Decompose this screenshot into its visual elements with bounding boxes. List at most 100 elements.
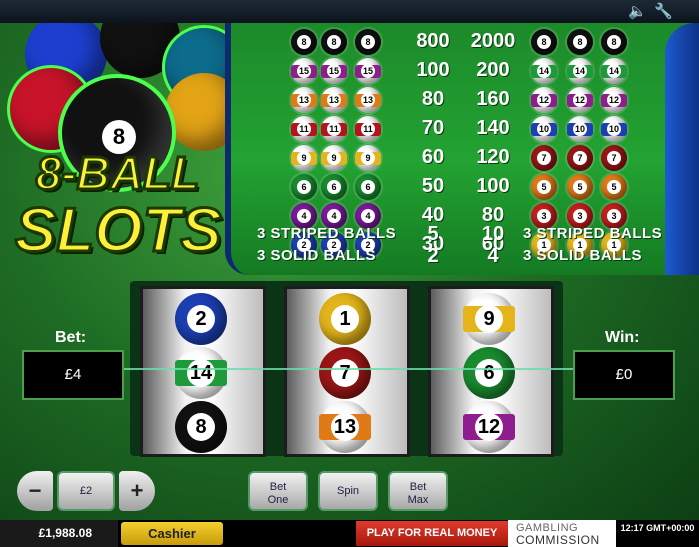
billiard-ball-9: 9 bbox=[463, 293, 515, 345]
payout-3-coins: 2 bbox=[427, 245, 439, 267]
ball-number: 7 bbox=[331, 359, 359, 387]
billiard-ball-13: 13 bbox=[355, 87, 381, 113]
coin-value-display: £2 bbox=[57, 471, 115, 511]
billiard-ball-6: 6 bbox=[291, 174, 317, 200]
billiard-ball-8: 8 bbox=[531, 29, 557, 55]
ball-number: 12 bbox=[607, 93, 621, 107]
payout-3-coins: 50 bbox=[421, 175, 445, 197]
gambling-commission-logo[interactable]: GAMBLING COMMISSION bbox=[508, 520, 616, 547]
ball-number: 14 bbox=[537, 64, 551, 78]
ball-number: 12 bbox=[475, 413, 503, 441]
billiard-ball-14: 14 bbox=[601, 58, 627, 84]
ball-number: 9 bbox=[361, 151, 375, 165]
decrease-coin-button[interactable]: − bbox=[17, 471, 53, 511]
ball-number: 14 bbox=[607, 64, 621, 78]
payline bbox=[120, 368, 575, 370]
billiard-ball-14: 14 bbox=[531, 58, 557, 84]
paytable-row: 9 9 9 60 120 7 7 7 bbox=[231, 144, 699, 172]
top-bar: 🔈 🔧 bbox=[0, 0, 699, 23]
billiard-ball-5: 5 bbox=[531, 174, 557, 200]
billiard-ball-13: 13 bbox=[321, 87, 347, 113]
billiard-ball-11: 11 bbox=[321, 116, 347, 142]
payout-3-coins: 80 bbox=[421, 88, 445, 110]
clock: 12:17 GMT+00:00 bbox=[620, 523, 695, 533]
billiard-ball-7: 7 bbox=[319, 347, 371, 399]
ball-number: 10 bbox=[607, 122, 621, 136]
payout-3-coins: 100 bbox=[416, 59, 450, 81]
paytable: 8 8 8 800 2000 8 8 8 15 15 15 100 200 14 14 14 13 13 13 80 1… bbox=[225, 23, 699, 275]
ball-number: 11 bbox=[327, 122, 341, 136]
billiard-ball-7: 7 bbox=[567, 145, 593, 171]
payout-3-coins: 70 bbox=[421, 117, 445, 139]
billiard-ball-11: 11 bbox=[355, 116, 381, 142]
logo-line1: 8-BALL bbox=[34, 147, 201, 200]
billiard-ball-2: 2 bbox=[175, 293, 227, 345]
billiard-ball-13: 13 bbox=[319, 401, 371, 453]
ball-number: 5 bbox=[573, 180, 587, 194]
billiard-ball-6: 6 bbox=[321, 174, 347, 200]
paytable-any-row: 3 SOLID BALLS 2 4 3 SOLID BALLS bbox=[231, 243, 699, 271]
increase-coin-button[interactable]: + bbox=[119, 471, 155, 511]
billiard-ball-12: 12 bbox=[463, 401, 515, 453]
ball-number: 5 bbox=[537, 180, 551, 194]
billiard-ball-14: 14 bbox=[175, 347, 227, 399]
paytable-row: 11 11 11 70 140 10 10 10 bbox=[231, 115, 699, 143]
win-display: £0 bbox=[573, 350, 675, 400]
bet-max-button[interactable]: Bet Max bbox=[388, 471, 448, 511]
game-area: 8 8-BALL SLOTS 8 8 8 800 2000 8 8 8 15 15 15 100 200… bbox=[0, 23, 699, 520]
payout-6-coins: 160 bbox=[476, 88, 510, 110]
billiard-ball-5: 5 bbox=[567, 174, 593, 200]
bet-one-button[interactable]: Bet One bbox=[248, 471, 308, 511]
billiard-ball-15: 15 bbox=[355, 58, 381, 84]
paytable-row: 8 8 8 800 2000 8 8 8 bbox=[231, 28, 699, 56]
ball-number: 6 bbox=[361, 180, 375, 194]
billiard-ball-7: 7 bbox=[531, 145, 557, 171]
ball-number: 8 bbox=[187, 413, 215, 441]
payout-6-coins: 4 bbox=[487, 245, 499, 267]
paytable-any-label: 3 SOLID BALLS bbox=[257, 247, 377, 264]
bet-label: Bet: bbox=[55, 329, 87, 346]
logo-line2: SLOTS bbox=[14, 196, 224, 265]
billiard-ball-6: 6 bbox=[355, 174, 381, 200]
speaker-icon[interactable]: 🔈 bbox=[628, 2, 647, 20]
reel-1: 2 14 8 bbox=[140, 286, 266, 457]
ball-number: 11 bbox=[361, 122, 375, 136]
billiard-ball-1: 1 bbox=[319, 293, 371, 345]
billiard-ball-13: 13 bbox=[291, 87, 317, 113]
ball-number: 15 bbox=[327, 64, 341, 78]
billiard-ball-6: 6 bbox=[463, 347, 515, 399]
billiard-ball-15: 15 bbox=[321, 58, 347, 84]
reel-2: 1 7 13 bbox=[284, 286, 410, 457]
ball-number: 8 bbox=[537, 35, 551, 49]
paytable-row: 13 13 13 80 160 12 12 12 bbox=[231, 86, 699, 114]
paytable-any-label-right: 3 SOLID BALLS bbox=[523, 247, 643, 264]
ball-number: 15 bbox=[361, 64, 375, 78]
payout-6-coins: 2000 bbox=[470, 30, 516, 52]
ball-number: 14 bbox=[187, 359, 215, 387]
billiard-ball-10: 10 bbox=[601, 116, 627, 142]
ball-number: 8 bbox=[573, 35, 587, 49]
ball-number: 9 bbox=[327, 151, 341, 165]
billiard-ball-10: 10 bbox=[531, 116, 557, 142]
play-real-money-button[interactable]: PLAY FOR REAL MONEY bbox=[356, 521, 508, 546]
billiard-ball-12: 12 bbox=[531, 87, 557, 113]
cashier-button[interactable]: Cashier bbox=[121, 522, 223, 545]
ball-number: 2 bbox=[187, 305, 215, 333]
ball-number: 7 bbox=[573, 151, 587, 165]
billiard-ball-12: 12 bbox=[601, 87, 627, 113]
billiard-ball-15: 15 bbox=[291, 58, 317, 84]
ball-number: 13 bbox=[327, 93, 341, 107]
ball-number: 9 bbox=[297, 151, 311, 165]
ball-number: 11 bbox=[297, 122, 311, 136]
ball-number: 12 bbox=[537, 93, 551, 107]
ball-number: 7 bbox=[607, 151, 621, 165]
ball-number: 6 bbox=[327, 180, 341, 194]
paytable-any-label-right: 3 STRIPED BALLS bbox=[523, 225, 663, 242]
ball-number: 13 bbox=[331, 413, 359, 441]
paytable-row: 6 6 6 50 100 5 5 5 bbox=[231, 173, 699, 201]
billiard-ball-8: 8 bbox=[321, 29, 347, 55]
spin-button[interactable]: Spin bbox=[318, 471, 378, 511]
billiard-ball-8: 8 bbox=[355, 29, 381, 55]
wrench-icon[interactable]: 🔧 bbox=[654, 2, 673, 20]
paytable-row: 15 15 15 100 200 14 14 14 bbox=[231, 57, 699, 85]
